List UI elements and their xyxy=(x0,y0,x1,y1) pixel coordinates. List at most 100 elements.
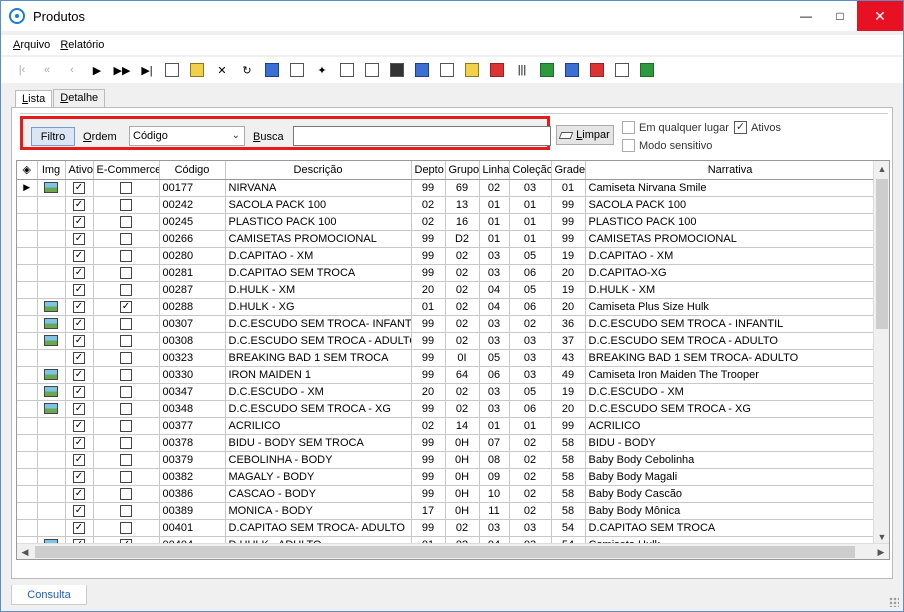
cell-ecommerce-checkbox[interactable] xyxy=(120,385,132,398)
cell-descricao[interactable]: IRON MAIDEN 1 xyxy=(225,366,412,384)
cell-depto[interactable]: 99 xyxy=(411,485,446,503)
col-header-descricao[interactable]: Descrição xyxy=(225,161,412,180)
cell-img[interactable] xyxy=(37,519,66,537)
barcode-icon[interactable]: ||| xyxy=(513,61,531,79)
eraser-icon[interactable] xyxy=(413,61,431,79)
table-row[interactable]: ✓ 00378 BIDU - BODY SEM TROCA 99 0H 07 02 58 BID… xyxy=(17,434,876,452)
keyboard-icon[interactable] xyxy=(563,61,581,79)
export-icon[interactable] xyxy=(288,61,306,79)
cell-narrativa[interactable]: Camiseta Iron Maiden The Trooper xyxy=(585,366,876,384)
cell-depto[interactable]: 99 xyxy=(411,434,446,452)
cell-colecao[interactable]: 03 xyxy=(509,349,552,367)
row-indicator[interactable] xyxy=(17,366,38,384)
cell-depto[interactable]: 02 xyxy=(411,196,446,214)
row-indicator[interactable] xyxy=(17,264,38,282)
image-icon[interactable] xyxy=(588,61,606,79)
cell-grupo[interactable]: 02 xyxy=(445,332,480,350)
cell-ativo[interactable]: ✓ xyxy=(65,332,94,350)
cell-img[interactable] xyxy=(37,264,66,282)
cell-narrativa[interactable]: Baby Body Magali xyxy=(585,468,876,486)
col-header-narrativa[interactable]: Narrativa xyxy=(585,161,876,180)
cell-ativo[interactable]: ✓ xyxy=(65,417,94,435)
cell-grade[interactable]: 58 xyxy=(551,434,586,452)
cell-codigo[interactable]: 00245 xyxy=(159,213,226,231)
table-row[interactable]: ✓ 00242 SACOLA PACK 100 02 13 01 01 99 SACOLA PA… xyxy=(17,196,876,214)
table-row[interactable]: ✓ 00280 D.CAPITAO - XM 99 02 03 05 19 D.CAPITAO … xyxy=(17,247,876,265)
cell-linha[interactable]: 03 xyxy=(479,400,510,418)
goto-icon[interactable] xyxy=(438,61,456,79)
cell-narrativa[interactable]: Baby Body Cascão xyxy=(585,485,876,503)
menu-arquivo[interactable]: Arquivo xyxy=(13,39,50,51)
cell-ecommerce[interactable] xyxy=(93,247,160,265)
cell-descricao[interactable]: D.C.ESCUDO SEM TROCA - ADULTO xyxy=(225,332,412,350)
cell-codigo[interactable]: 00307 xyxy=(159,315,226,333)
cell-grupo[interactable]: D2 xyxy=(445,230,480,248)
table-row[interactable]: ✓ 00382 MAGALY - BODY 99 0H 09 02 58 Baby Body M… xyxy=(17,468,876,486)
cell-ecommerce-checkbox[interactable] xyxy=(120,334,132,347)
magic-wand-icon[interactable]: ✦ xyxy=(313,61,331,79)
cell-linha[interactable]: 03 xyxy=(479,264,510,282)
cell-ativo-checkbox[interactable]: ✓ xyxy=(73,283,85,296)
cell-ativo[interactable]: ✓ xyxy=(65,451,94,469)
em-qualquer-lugar-checkbox[interactable] xyxy=(622,121,635,134)
cell-descricao[interactable]: NIRVANA xyxy=(225,179,412,197)
cell-linha[interactable]: 01 xyxy=(479,196,510,214)
cell-ativo[interactable]: ✓ xyxy=(65,230,94,248)
cell-img[interactable] xyxy=(37,213,66,231)
cell-grade[interactable]: 99 xyxy=(551,417,586,435)
cell-ativo-checkbox[interactable]: ✓ xyxy=(73,334,85,347)
cell-grupo[interactable]: 13 xyxy=(445,196,480,214)
cell-grade[interactable]: 58 xyxy=(551,502,586,520)
cell-descricao[interactable]: BREAKING BAD 1 SEM TROCA xyxy=(225,349,412,367)
row-indicator[interactable] xyxy=(17,519,38,537)
report-icon[interactable] xyxy=(363,61,381,79)
cell-narrativa[interactable]: Camiseta Plus Size Hulk xyxy=(585,298,876,316)
cell-img[interactable] xyxy=(37,332,66,350)
cell-colecao[interactable]: 06 xyxy=(509,298,552,316)
cell-grupo[interactable]: 02 xyxy=(445,264,480,282)
vertical-scroll-thumb[interactable] xyxy=(876,179,888,329)
cell-grade[interactable]: 58 xyxy=(551,451,586,469)
col-header-depto[interactable]: Depto xyxy=(411,161,446,180)
menu-relatorio[interactable]: Relatório xyxy=(60,39,104,51)
cell-descricao[interactable]: D.CAPITAO SEM TROCA xyxy=(225,264,412,282)
table-row[interactable]: ✓ 00307 D.C.ESCUDO SEM TROCA- INFANTI 99 02 0… xyxy=(17,315,876,333)
cell-depto[interactable]: 99 xyxy=(411,349,446,367)
cell-ecommerce[interactable] xyxy=(93,468,160,486)
cell-colecao[interactable]: 01 xyxy=(509,196,552,214)
row-indicator[interactable] xyxy=(17,383,38,401)
cell-linha[interactable]: 03 xyxy=(479,519,510,537)
cell-codigo[interactable]: 00386 xyxy=(159,485,226,503)
cell-grade[interactable]: 49 xyxy=(551,366,586,384)
cell-colecao[interactable]: 06 xyxy=(509,264,552,282)
cell-depto[interactable]: 01 xyxy=(411,298,446,316)
cell-img[interactable] xyxy=(37,468,66,486)
cell-codigo[interactable]: 00377 xyxy=(159,417,226,435)
cell-depto[interactable]: 17 xyxy=(411,502,446,520)
cell-ativo-checkbox[interactable]: ✓ xyxy=(73,368,85,381)
cell-ecommerce-checkbox[interactable] xyxy=(120,283,132,296)
row-indicator[interactable] xyxy=(17,349,38,367)
cell-codigo[interactable]: 00379 xyxy=(159,451,226,469)
refresh-icon[interactable]: ↻ xyxy=(238,61,256,79)
cell-ativo-checkbox[interactable]: ✓ xyxy=(73,181,85,194)
cell-narrativa[interactable]: D.C.ESCUDO SEM TROCA - XG xyxy=(585,400,876,418)
cell-ecommerce[interactable] xyxy=(93,349,160,367)
col-header-ativo[interactable]: Ativo xyxy=(65,161,94,180)
table-row[interactable]: ✓ 00348 D.C.ESCUDO SEM TROCA - XG 99 02 03 06 2… xyxy=(17,400,876,418)
cell-linha[interactable]: 11 xyxy=(479,502,510,520)
cell-narrativa[interactable]: BREAKING BAD 1 SEM TROCA- ADULTO xyxy=(585,349,876,367)
table-row[interactable]: ✓ 00347 D.C.ESCUDO - XM 20 02 03 05 19 D.C.ESCUD… xyxy=(17,383,876,401)
cell-linha[interactable]: 10 xyxy=(479,485,510,503)
row-indicator[interactable] xyxy=(17,247,38,265)
ordem-select[interactable]: Código ⌄ xyxy=(129,126,245,146)
table-row[interactable]: ✓ 00401 D.CAPITAO SEM TROCA- ADULTO 99 02 03 0… xyxy=(17,519,876,537)
cell-grupo[interactable]: 02 xyxy=(445,281,480,299)
cell-narrativa[interactable]: CAMISETAS PROMOCIONAL xyxy=(585,230,876,248)
cell-grade[interactable]: 99 xyxy=(551,213,586,231)
cell-grupo[interactable]: 0H xyxy=(445,468,480,486)
cell-depto[interactable]: 99 xyxy=(411,179,446,197)
cell-ecommerce[interactable] xyxy=(93,179,160,197)
cell-descricao[interactable]: D.HULK - XM xyxy=(225,281,412,299)
cell-ecommerce[interactable] xyxy=(93,451,160,469)
